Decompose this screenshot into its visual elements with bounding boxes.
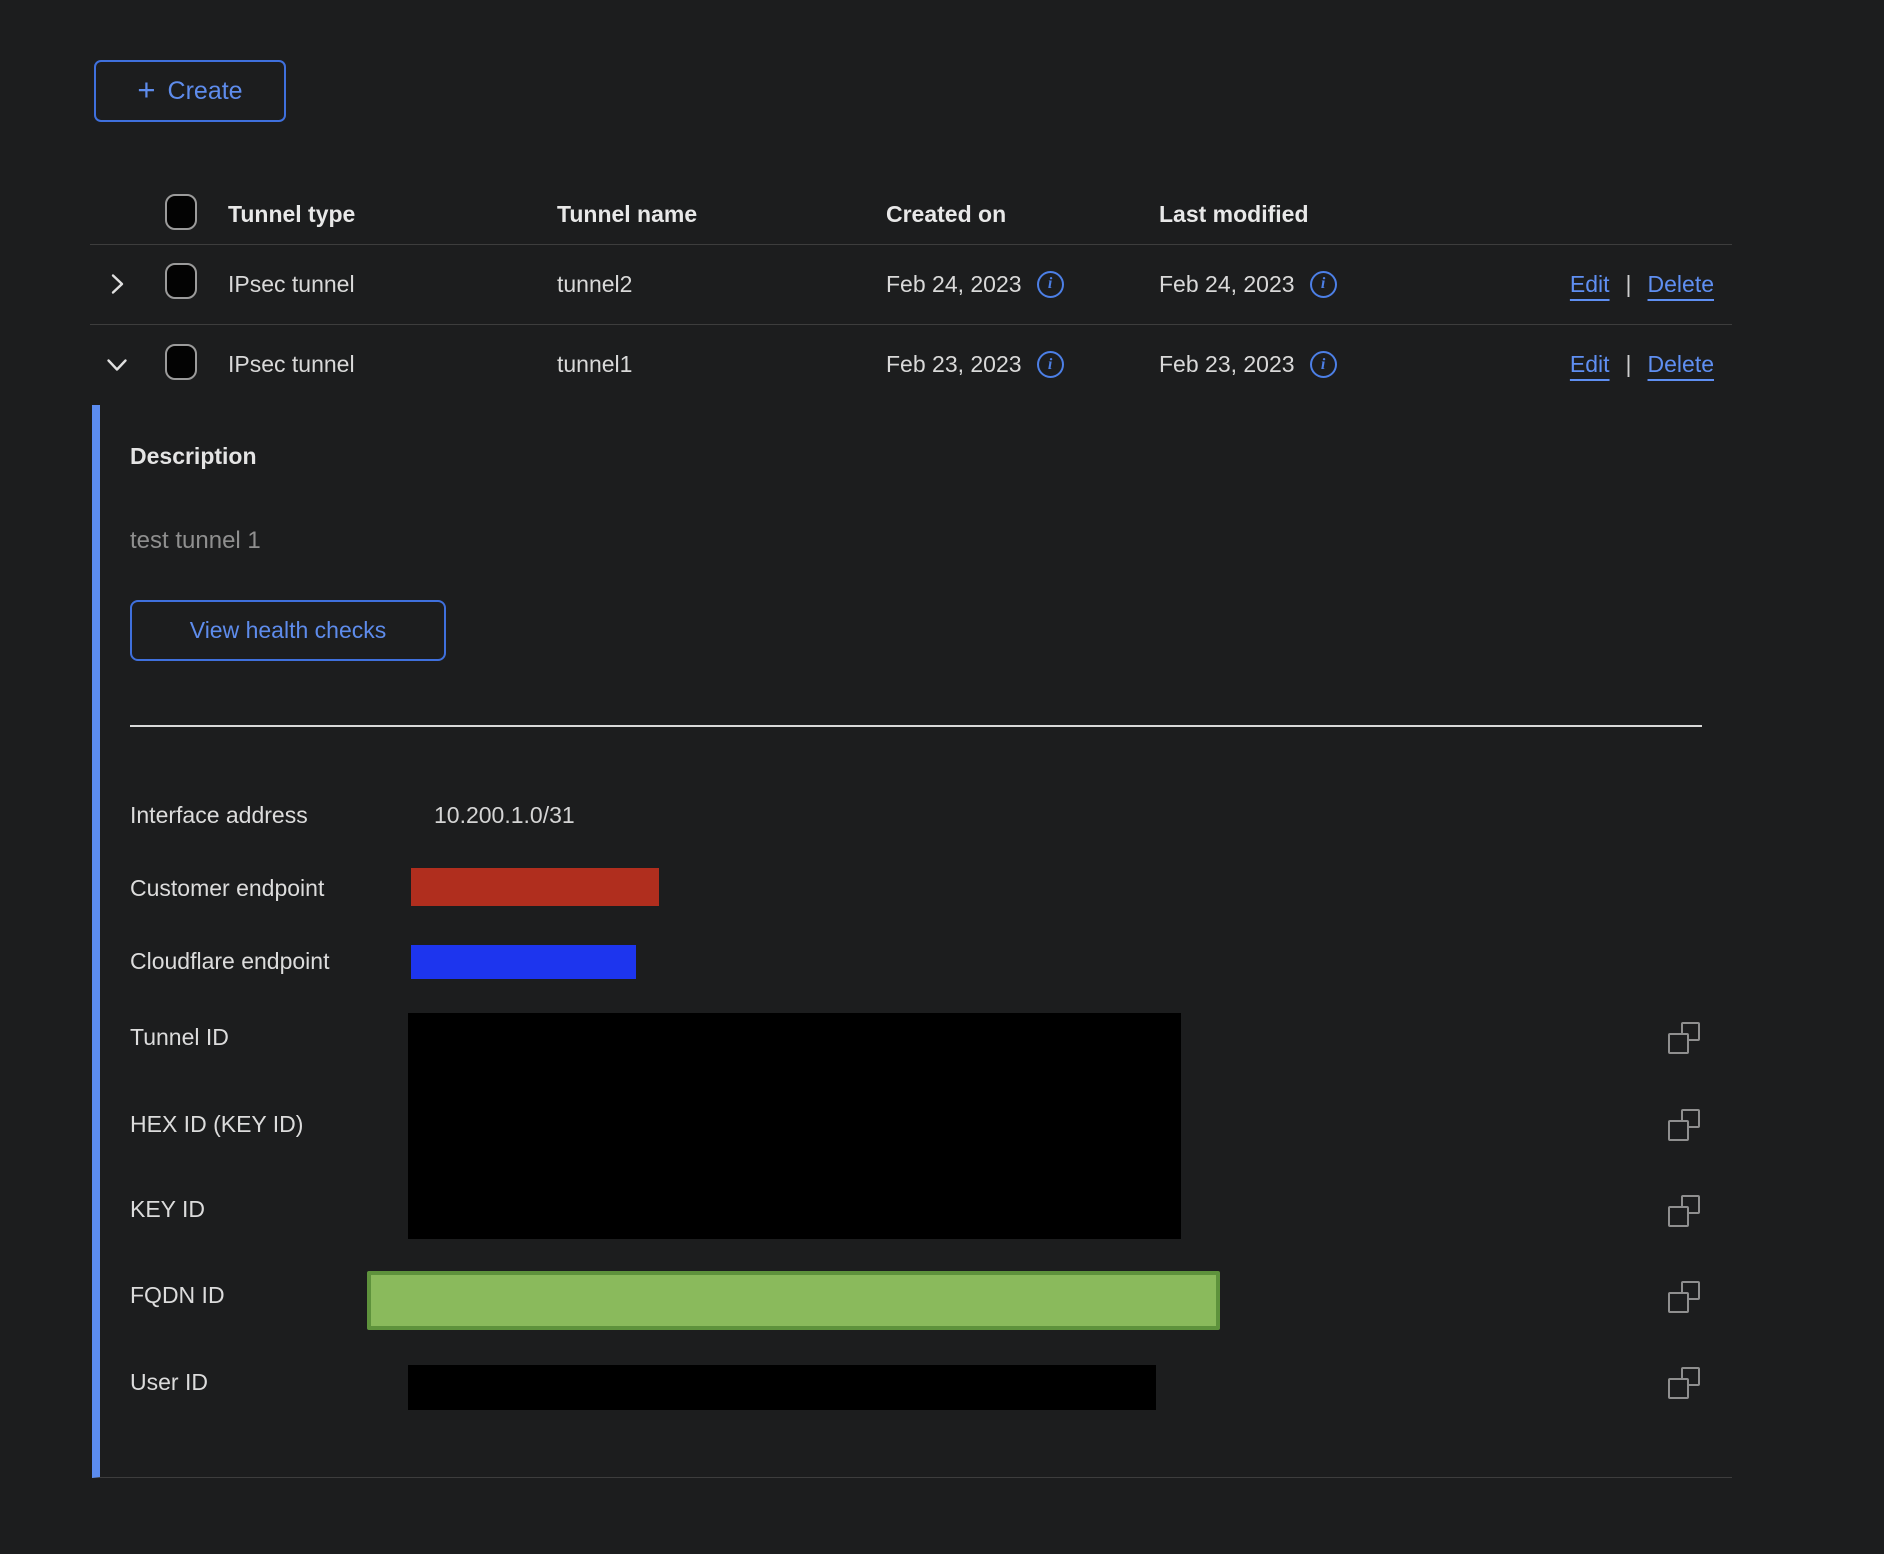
table-row: IPsec tunnel tunnel1 Feb 23, 2023 i Feb … [90,324,1732,405]
plus-icon: + [137,74,155,105]
chevron-right-icon[interactable] [103,270,131,298]
delete-link[interactable]: Delete [1648,271,1714,298]
select-all-checkbox[interactable] [165,194,197,230]
description-value: test tunnel 1 [130,527,261,555]
info-icon[interactable]: i [1310,351,1337,378]
info-icon[interactable]: i [1037,271,1064,298]
tunnel-ids-redacted-value [408,1013,1181,1239]
row-checkbox[interactable] [165,344,197,380]
edit-link[interactable]: Edit [1570,271,1610,298]
description-label: Description [130,443,257,470]
info-icon[interactable]: i [1037,351,1064,378]
header-tunnel-name: Tunnel name [557,201,886,228]
hex-id-label: HEX ID (KEY ID) [130,1111,303,1138]
table-row: IPsec tunnel tunnel2 Feb 24, 2023 i Feb … [90,244,1732,325]
interface-address-value: 10.200.1.0/31 [434,802,575,829]
tunnel-name-cell: tunnel1 [557,351,886,378]
last-modified-cell: Feb 23, 2023 [1159,351,1295,378]
key-id-label: KEY ID [130,1196,205,1223]
expanded-tunnel-panel: Description test tunnel 1 View health ch… [92,405,1732,1478]
section-divider [130,725,1702,727]
copy-icon[interactable] [1668,1281,1700,1313]
copy-icon[interactable] [1668,1195,1700,1227]
copy-icon[interactable] [1668,1022,1700,1054]
user-id-label: User ID [130,1369,208,1396]
header-created-on: Created on [886,201,1159,228]
create-button[interactable]: + Create [94,60,286,122]
info-icon[interactable]: i [1310,271,1337,298]
created-on-cell: Feb 23, 2023 [886,351,1022,378]
last-modified-cell: Feb 24, 2023 [1159,271,1295,298]
view-health-checks-button[interactable]: View health checks [130,600,446,661]
delete-link[interactable]: Delete [1648,351,1714,378]
user-id-redacted-value [408,1365,1156,1410]
tunnel-type-cell: IPsec tunnel [228,271,557,298]
create-button-label: Create [168,77,243,106]
action-separator: | [1626,271,1632,298]
edit-link[interactable]: Edit [1570,351,1610,378]
header-tunnel-type: Tunnel type [228,201,557,228]
fqdn-id-redacted-value [367,1271,1220,1330]
tunnels-page: + Create Tunnel type Tunnel name Created… [0,0,1884,1554]
created-on-cell: Feb 24, 2023 [886,271,1022,298]
table-header-row: Tunnel type Tunnel name Created on Last … [90,185,1732,245]
customer-endpoint-label: Customer endpoint [130,875,324,902]
chevron-down-icon[interactable] [103,351,131,379]
interface-address-label: Interface address [130,802,308,829]
fqdn-id-label: FQDN ID [130,1282,225,1309]
action-separator: | [1626,351,1632,378]
tunnel-id-label: Tunnel ID [130,1024,229,1051]
customer-endpoint-redacted-value [411,868,659,906]
copy-icon[interactable] [1668,1367,1700,1399]
tunnel-name-cell: tunnel2 [557,271,886,298]
copy-icon[interactable] [1668,1109,1700,1141]
header-last-modified: Last modified [1159,201,1439,228]
cloudflare-endpoint-redacted-value [411,945,636,979]
row-checkbox[interactable] [165,263,197,299]
tunnel-type-cell: IPsec tunnel [228,351,557,378]
cloudflare-endpoint-label: Cloudflare endpoint [130,948,329,975]
